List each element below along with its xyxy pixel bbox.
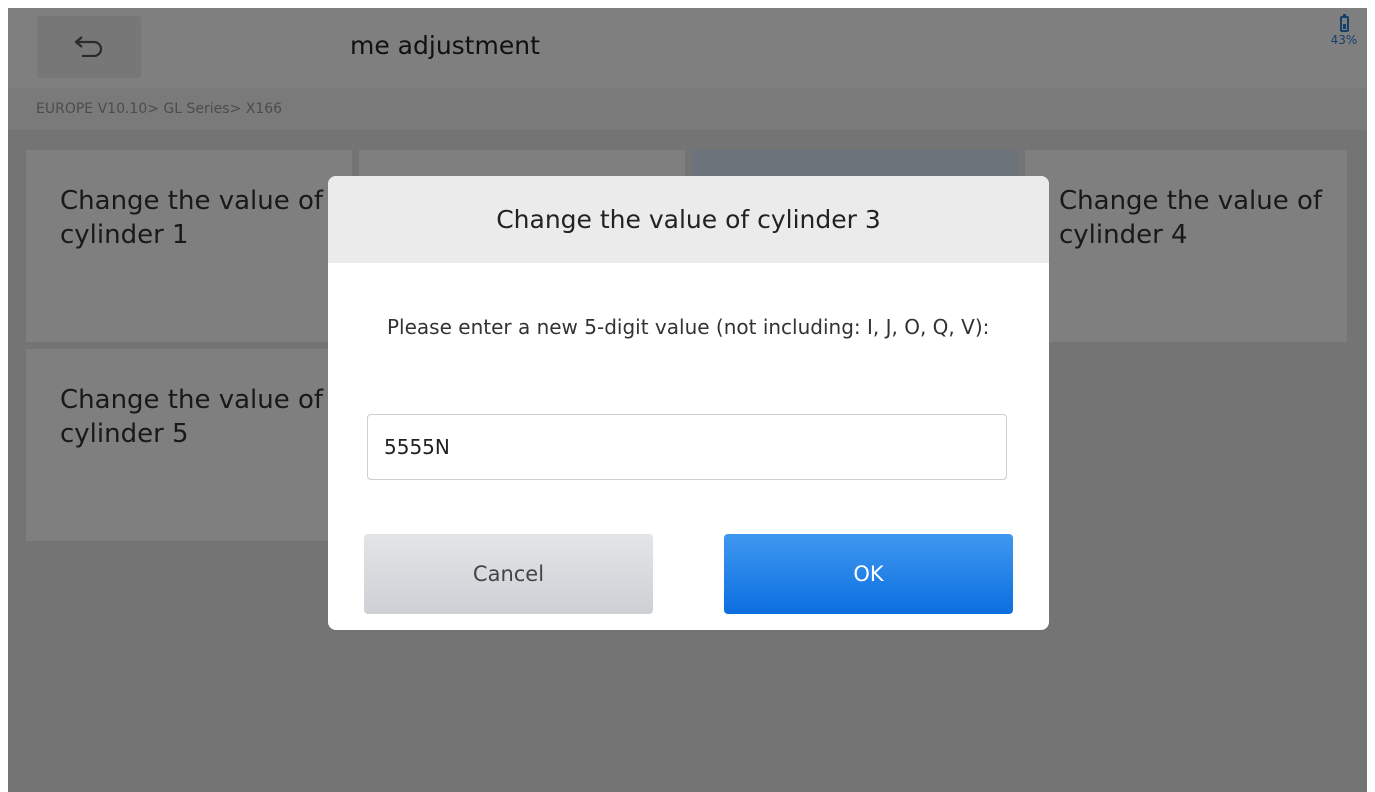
dialog-message: Please enter a new 5-digit value (not in…	[387, 315, 990, 339]
app-screen: me adjustment 43% EUROPE V10.10> GL Seri…	[8, 8, 1367, 792]
dialog-title: Change the value of cylinder 3	[328, 176, 1049, 263]
value-input[interactable]: 5555N	[367, 414, 1007, 480]
ok-button[interactable]: OK	[724, 534, 1013, 614]
cancel-button[interactable]: Cancel	[364, 534, 653, 614]
dialog: Change the value of cylinder 3 Please en…	[328, 176, 1049, 630]
